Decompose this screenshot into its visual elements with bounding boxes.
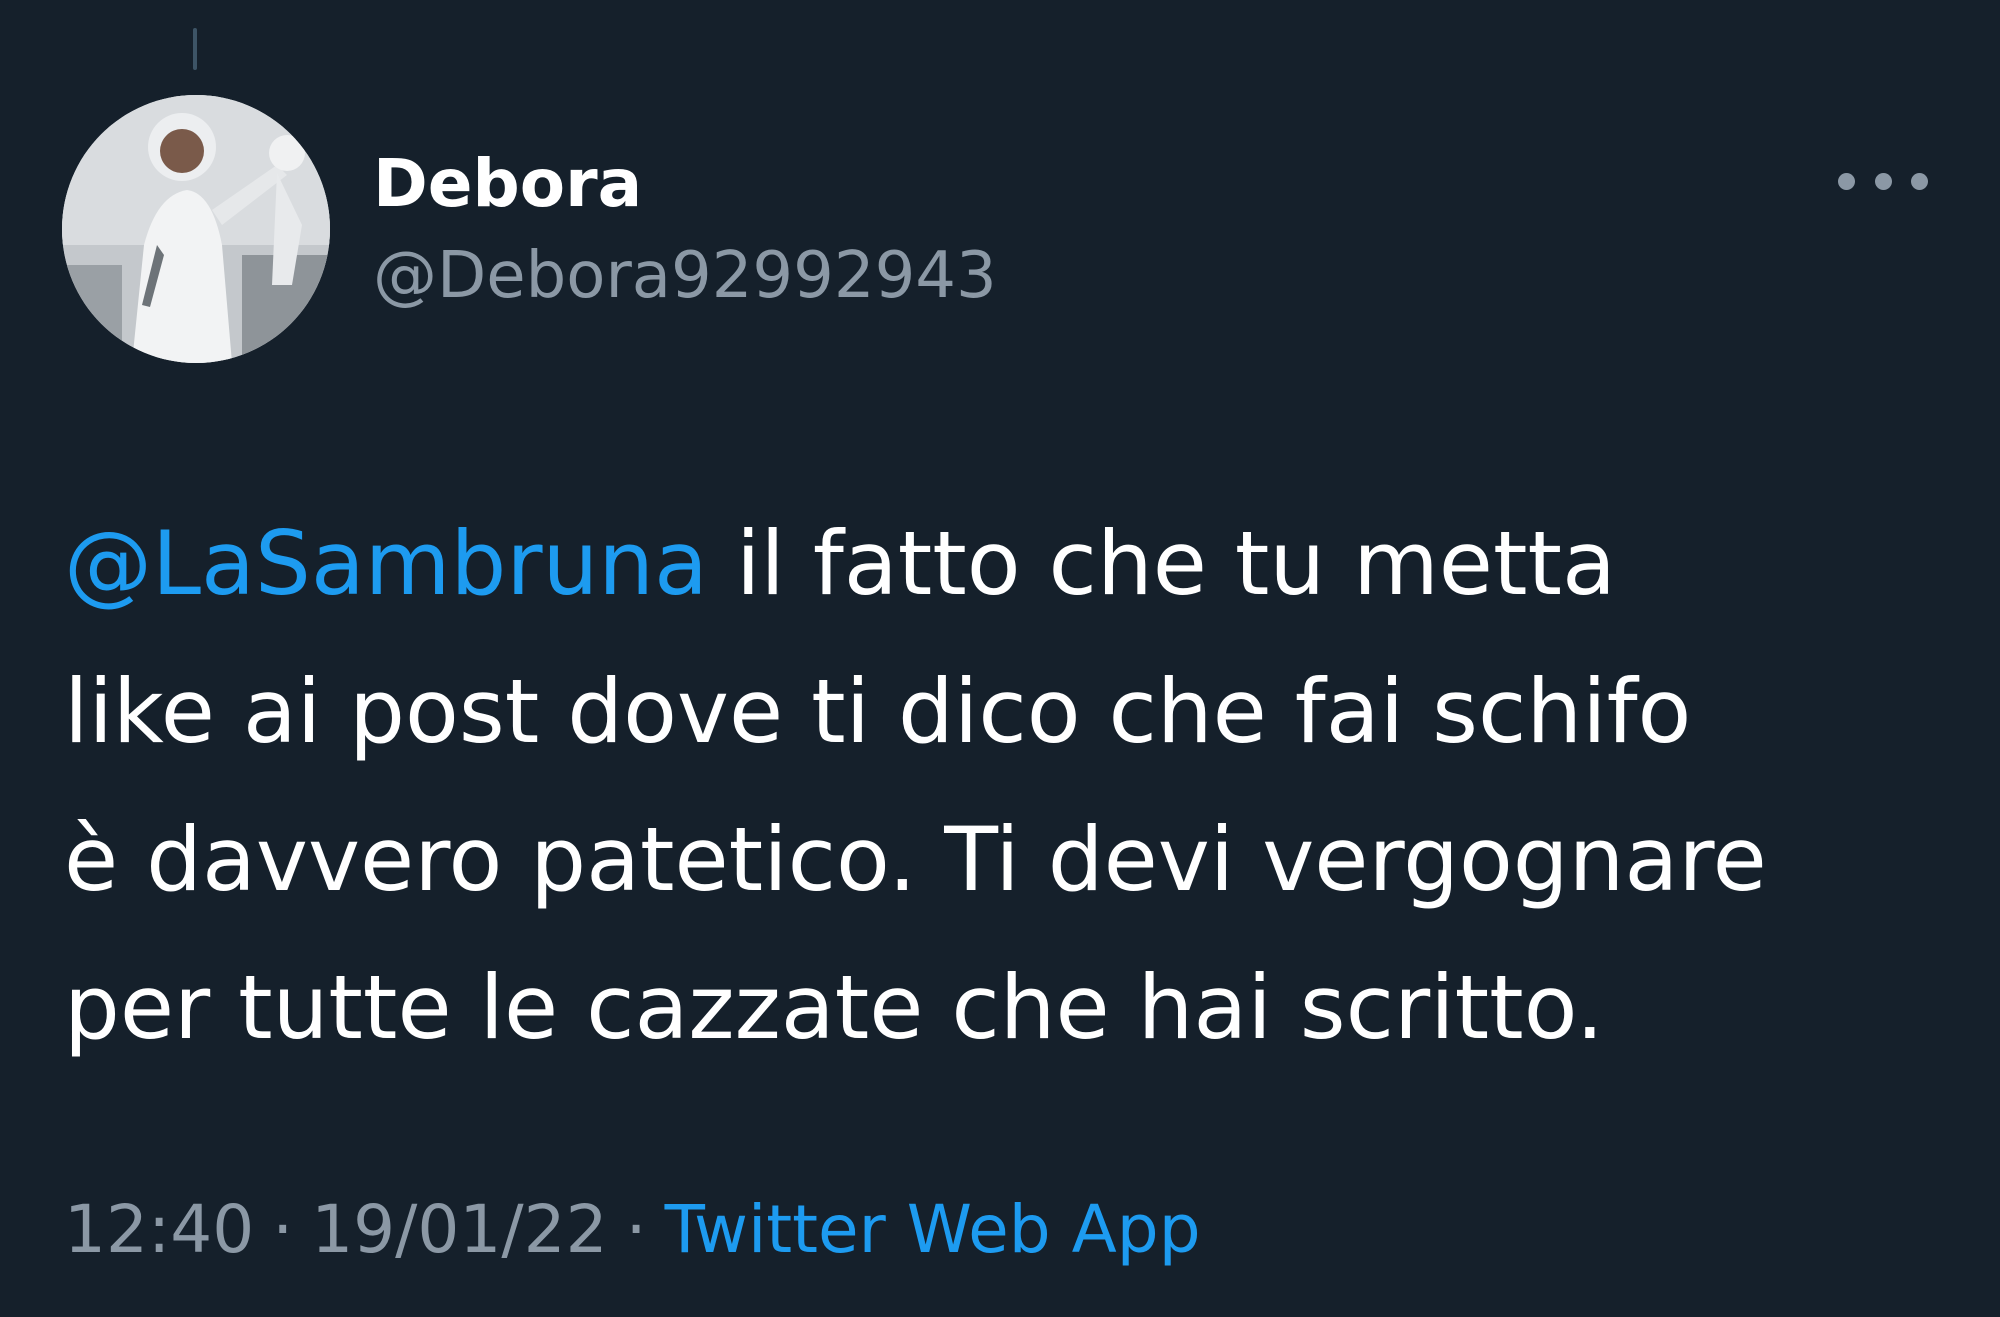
avatar[interactable] xyxy=(62,95,330,363)
source-link[interactable]: Twitter Web App xyxy=(665,1191,1201,1268)
separator: · xyxy=(625,1191,647,1268)
profile-photo-icon xyxy=(62,95,330,363)
separator: · xyxy=(272,1191,294,1268)
mention-link[interactable]: @LaSambruna xyxy=(64,512,708,615)
tweet-text-segment: il fatto che tu metta xyxy=(707,512,1616,615)
more-horizontal-icon xyxy=(1838,172,1855,190)
display-name[interactable]: Debora xyxy=(373,142,642,226)
tweet-text: @LaSambruna il fatto che tu metta like a… xyxy=(64,490,1944,1082)
tweet-text-line: like ai post dove ti dico che fai schifo xyxy=(64,660,1692,763)
more-options-button[interactable] xyxy=(1838,160,1928,202)
tweet-text-line: è davvero patetico. Ti devi vergognare xyxy=(64,808,1767,911)
tweet-text-line: @LaSambruna il fatto che tu metta xyxy=(64,490,1944,638)
tweet-date[interactable]: 19/01/22 xyxy=(311,1191,607,1268)
more-horizontal-icon-dot xyxy=(1911,172,1928,190)
more-horizontal-icon-dot xyxy=(1874,172,1892,190)
thread-connector-line xyxy=(193,28,197,70)
tweet-text-line: per tutte le cazzate che hai scritto. xyxy=(64,956,1604,1059)
tweet-metadata: 12:40 · 19/01/22 · Twitter Web App xyxy=(64,1188,1201,1272)
tweet-time[interactable]: 12:40 xyxy=(64,1191,254,1268)
user-handle[interactable]: @Debora92992943 xyxy=(373,236,997,316)
